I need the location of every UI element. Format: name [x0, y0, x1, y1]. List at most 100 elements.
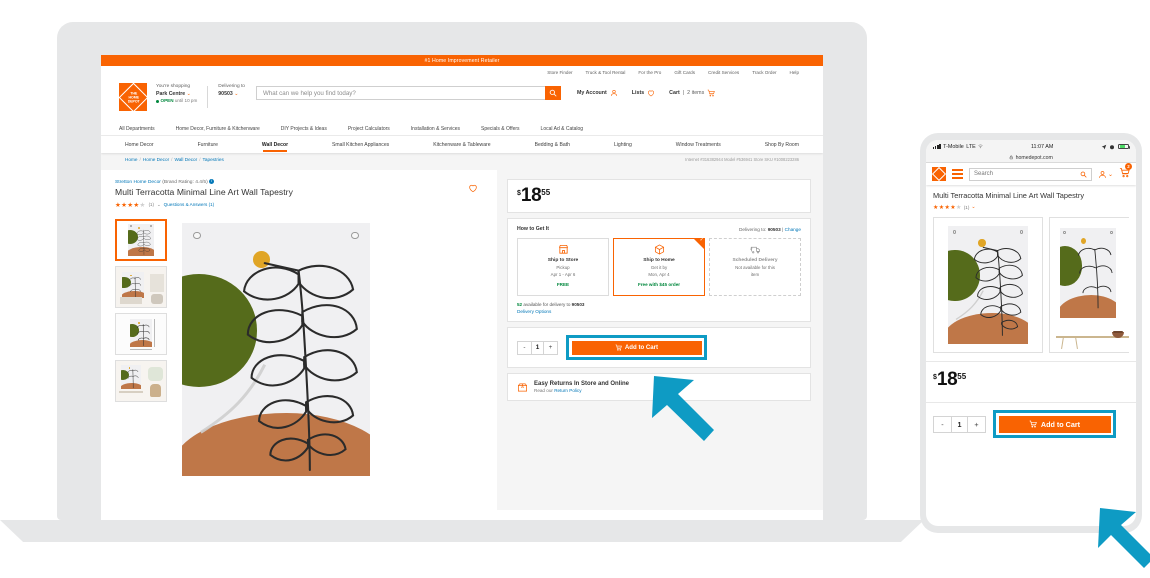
mobile-account-button[interactable]: ⌄	[1098, 170, 1113, 179]
quantity-decrement-button[interactable]: -	[518, 342, 531, 354]
category-home-decor[interactable]: Home Decor	[125, 142, 154, 148]
product-purchase-section: $ 18 55 How to Get It Delivering to: 905…	[497, 170, 823, 510]
quantity-stepper[interactable]: - 1 +	[517, 340, 558, 355]
dept-specials-offers[interactable]: Specials & Offers	[481, 126, 520, 132]
shopping-cart-icon	[707, 89, 715, 97]
mobile-carousel-slide-1[interactable]	[933, 216, 1043, 353]
delivering-to-label: Delivering to:	[739, 226, 767, 232]
thumbnail-1[interactable]	[115, 218, 167, 261]
utility-link-gift-cards[interactable]: Gift Cards	[674, 70, 695, 75]
wishlist-button[interactable]	[468, 180, 478, 198]
mobile-quantity-increment-button[interactable]: +	[968, 417, 985, 432]
fulfillment-ship-to-store[interactable]: Ship to Store Pickup Apr 1 - Apr 6 FREE	[517, 238, 609, 297]
dept-local-ad-catalog[interactable]: Local Ad & Catalog	[541, 126, 584, 132]
price-cents: 55	[541, 188, 551, 197]
dept-installation-services[interactable]: Installation & Services	[411, 126, 460, 132]
dept-diy-projects-ideas[interactable]: DIY Projects & Ideas	[281, 126, 327, 132]
dept-all-departments[interactable]: All Departments	[119, 126, 155, 132]
mobile-quantity-value[interactable]: 1	[951, 416, 968, 432]
mobile-url-bar[interactable]: homedepot.com	[926, 153, 1136, 163]
cart-button[interactable]: Cart | 2 items	[669, 89, 715, 97]
delivery-options-link[interactable]: Delivery Options	[517, 309, 801, 314]
mobile-cart-button[interactable]: 2	[1119, 163, 1132, 183]
fulfillment-ship-to-store-line2: Apr 1 - Apr 6	[550, 271, 576, 277]
breadcrumb-home[interactable]: Home	[125, 157, 138, 162]
search-button[interactable]	[544, 86, 561, 100]
star-rating: ★★★★★	[115, 201, 146, 209]
mobile-product-body: Multi Terracotta Minimal Line Art Wall T…	[926, 185, 1136, 353]
mobile-rating-row[interactable]: ★★★★★ (1) ⌄	[933, 204, 1129, 211]
mobile-status-bar: T-Mobile LTE 11:07 AM	[926, 140, 1136, 153]
store-open-until: until 10 pm	[174, 98, 198, 104]
delivery-zip-selector[interactable]: Delivering to 90503 ⌄	[218, 84, 245, 98]
mobile-add-to-cart-highlight-box: Add to Cart	[993, 410, 1116, 439]
utility-link-track-order[interactable]: Track Order	[752, 70, 776, 75]
fulfillment-ship-to-home-line1: Get it by	[650, 265, 668, 271]
category-lighting[interactable]: Lighting	[614, 142, 632, 148]
category-furniture[interactable]: Furniture	[198, 142, 218, 148]
thumbnail-4[interactable]	[115, 359, 167, 402]
utility-link-truck-tool-rental[interactable]: Truck & Tool Rental	[586, 70, 626, 75]
category-small-kitchen-appliances[interactable]: Small Kitchen Appliances	[332, 142, 389, 148]
thumbnail-3[interactable]	[115, 312, 167, 355]
search-input[interactable]: What can we help you find today?	[255, 86, 545, 100]
mobile-carousel-slide-2[interactable]	[1049, 216, 1129, 353]
thumbnail-2[interactable]	[115, 265, 167, 308]
utility-link-help[interactable]: Help	[790, 70, 799, 75]
utility-link-for-the-pro[interactable]: For the Pro	[638, 70, 661, 75]
category-wall-decor[interactable]: Wall Decor	[262, 142, 288, 152]
breadcrumb-tapestries[interactable]: Tapestries	[203, 157, 224, 162]
utility-link-credit-services[interactable]: Credit Services	[708, 70, 739, 75]
mobile-quantity-decrement-button[interactable]: -	[934, 417, 951, 432]
home-depot-logo[interactable]	[931, 166, 947, 182]
category-window-treatments[interactable]: Window Treatments	[676, 142, 721, 148]
mobile-price-panel: $ 18 55	[926, 360, 1136, 396]
fulfillment-ship-to-home-line2: Mon, Apr 4	[648, 271, 670, 277]
chevron-down-icon[interactable]: ⌄	[157, 202, 161, 208]
add-to-cart-button[interactable]: Add to Cart	[571, 340, 702, 355]
mobile-search-input[interactable]: Search	[969, 167, 1092, 181]
heart-icon	[648, 90, 655, 97]
brand-name[interactable]: Stretton Home Decor	[115, 180, 161, 185]
category-bedding-bath[interactable]: Bedding & Bath	[535, 142, 570, 148]
promo-banner: #1 Home Improvement Retailer	[101, 55, 823, 66]
mobile-quantity-stepper[interactable]: - 1 +	[933, 415, 986, 433]
quantity-increment-button[interactable]: +	[544, 342, 557, 354]
lists-button[interactable]: Lists	[632, 89, 655, 97]
dept-project-calculators[interactable]: Project Calculators	[348, 126, 390, 132]
arrow-pointing-to-desktop-add-to-cart	[652, 376, 714, 441]
breadcrumb-wall-decor[interactable]: Wall Decor	[174, 157, 197, 162]
home-depot-logo[interactable]: THE HOME DEPOT	[118, 82, 148, 112]
category-kitchenware-tableware[interactable]: Kitchenware & Tableware	[433, 142, 490, 148]
store-selector[interactable]: You're shopping Park Centre ⌄ OPEN until…	[156, 84, 197, 105]
breadcrumb-home-decor[interactable]: Home Decor	[143, 157, 169, 162]
category-shop-by-room[interactable]: Shop By Room	[765, 142, 799, 148]
change-zip-link[interactable]: Change	[785, 227, 801, 232]
fulfillment-ship-to-home[interactable]: Ship to Home Get it by Mon, Apr 4 Free w…	[613, 238, 705, 297]
account-icon	[1099, 170, 1106, 178]
account-icon	[610, 90, 617, 97]
return-policy-link[interactable]: Return Policy	[554, 388, 581, 393]
product-hero-image[interactable]	[176, 218, 376, 476]
info-icon[interactable]: i	[209, 179, 215, 184]
mobile-add-to-cart-button[interactable]: Add to Cart	[998, 415, 1111, 433]
fulfillment-ship-to-store-price: FREE	[556, 282, 570, 288]
category-nav: Home Decor Furniture Wall Decor Small Ki…	[101, 136, 823, 153]
site-search[interactable]: What can we help you find today?	[255, 86, 561, 100]
dept-home-decor-furniture-kitchenware[interactable]: Home Decor, Furniture & Kitchenware	[176, 126, 260, 132]
returns-title: Easy Returns In Store and Online	[534, 381, 630, 388]
my-account-button[interactable]: My Account	[577, 89, 618, 97]
quantity-value[interactable]: 1	[531, 341, 544, 354]
product-title: Multi Terracotta Minimal Line Art Wall T…	[115, 186, 293, 197]
image-gallery	[115, 218, 497, 476]
fulfillment-scheduled-delivery-line2: item	[750, 271, 760, 277]
delivering-to-row: Delivering to: 90503 | Change	[739, 226, 801, 232]
mobile-image-carousel[interactable]	[933, 216, 1129, 353]
mobile-search-placeholder: Search	[974, 171, 994, 177]
hamburger-menu-icon[interactable]	[952, 169, 963, 179]
questions-answers-link[interactable]: Questions & Answers (1)	[164, 202, 215, 207]
price-whole: 18	[520, 185, 542, 206]
utility-link-store-finder[interactable]: Store Finder	[547, 70, 572, 75]
carrier-name: T-Mobile	[943, 143, 964, 150]
returns-subtitle-prefix: Read our	[534, 388, 555, 394]
